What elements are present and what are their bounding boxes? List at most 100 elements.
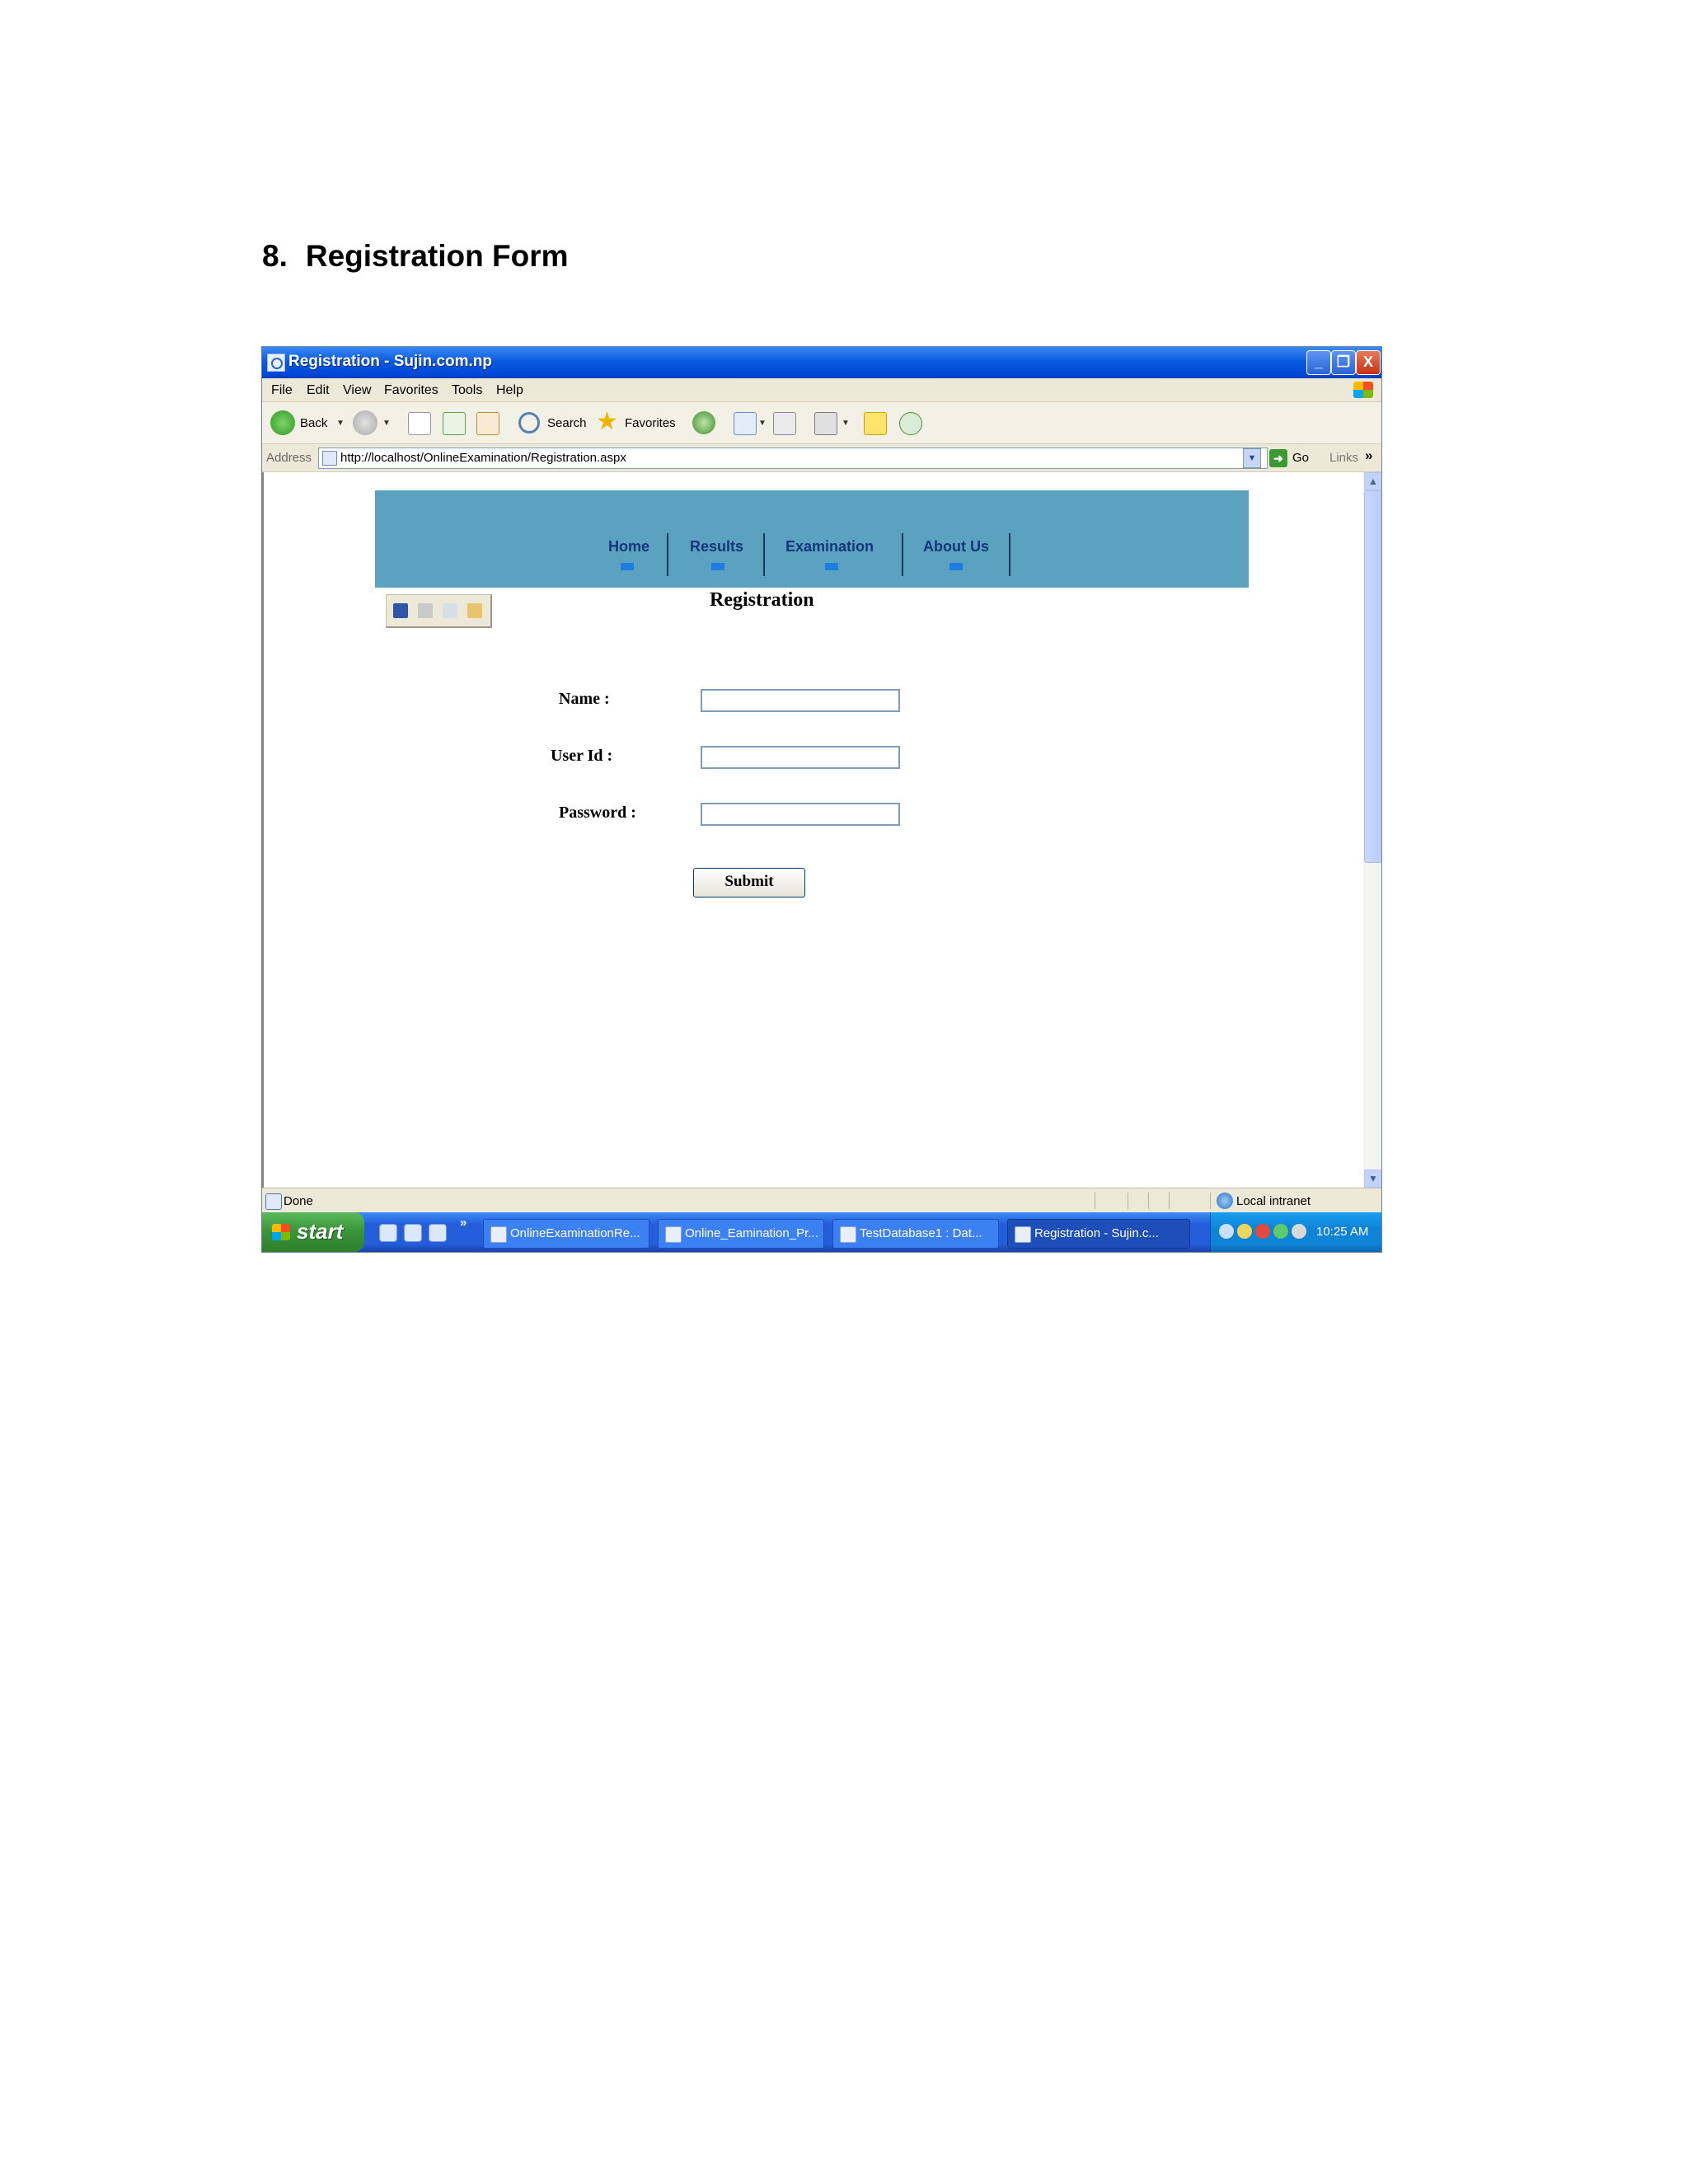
zone-text: Local intranet: [1236, 1194, 1311, 1208]
address-bar: Address http://localhost/OnlineExaminati…: [262, 444, 1381, 472]
document-heading: 8. Registration Form: [262, 239, 569, 274]
search-label[interactable]: Search: [547, 416, 587, 430]
image-toolbar: [386, 594, 492, 628]
task-word-2[interactable]: Online_Eamination_Pr...: [658, 1219, 824, 1249]
address-dropdown-icon[interactable]: ▼: [1243, 448, 1261, 468]
page-icon: [322, 451, 337, 466]
menu-favorites[interactable]: Favorites: [384, 383, 438, 398]
print-icon[interactable]: [773, 412, 796, 435]
menu-view[interactable]: View: [343, 383, 371, 398]
vertical-scrollbar[interactable]: ▲ ▼: [1363, 472, 1381, 1188]
mail-icon[interactable]: [734, 412, 757, 435]
quicklaunch-media-icon[interactable]: [404, 1224, 422, 1242]
status-divider: [1169, 1193, 1170, 1209]
address-url[interactable]: http://localhost/OnlineExamination/Regis…: [340, 451, 626, 465]
task-label: OnlineExaminationRe...: [510, 1226, 640, 1240]
menu-edit[interactable]: Edit: [307, 383, 330, 398]
mail-icon[interactable]: [443, 603, 457, 618]
start-label: start: [297, 1219, 344, 1244]
quicklaunch-desktop-icon[interactable]: [429, 1224, 447, 1242]
word-icon: [490, 1226, 507, 1243]
save-icon[interactable]: [393, 603, 408, 618]
favorites-star-icon[interactable]: ★: [596, 410, 618, 434]
home-icon[interactable]: [476, 412, 499, 435]
scroll-up-icon[interactable]: ▲: [1364, 472, 1381, 490]
status-divider: [1210, 1193, 1211, 1209]
history-icon[interactable]: [692, 411, 715, 434]
back-label[interactable]: Back: [300, 416, 327, 430]
tray-network-icon[interactable]: [1273, 1224, 1288, 1239]
nav-about-us[interactable]: About Us: [923, 538, 989, 555]
task-database[interactable]: TestDatabase1 : Dat...: [832, 1219, 999, 1249]
name-input[interactable]: [701, 689, 900, 712]
tray-security-icon[interactable]: [1292, 1224, 1306, 1239]
search-icon[interactable]: [518, 412, 540, 434]
back-arrow-icon[interactable]: [270, 410, 295, 435]
edit-dropdown-icon[interactable]: ▼: [842, 419, 850, 428]
tray-volume-icon[interactable]: [1237, 1224, 1252, 1239]
submit-button[interactable]: Submit: [693, 868, 805, 898]
scroll-down-icon[interactable]: ▼: [1364, 1169, 1381, 1188]
password-label: Password :: [559, 804, 636, 822]
form-title: Registration: [710, 589, 814, 611]
ie-icon: [1015, 1226, 1031, 1243]
messenger-icon[interactable]: [899, 412, 922, 435]
password-input[interactable]: [701, 803, 900, 826]
window-titlebar[interactable]: Registration - Sujin.com.np _ ❐ X: [262, 347, 1381, 378]
links-label[interactable]: Links: [1329, 451, 1358, 465]
task-label: Online_Eamination_Pr...: [685, 1226, 818, 1240]
site-header: Home Results Examination About Us: [375, 490, 1249, 588]
tray-back-icon[interactable]: [1219, 1224, 1234, 1239]
database-icon: [840, 1226, 856, 1243]
nav-examination-indicator: [825, 563, 838, 570]
address-label: Address: [266, 451, 312, 465]
discuss-icon[interactable]: [864, 412, 887, 435]
nav-examination[interactable]: Examination: [785, 538, 874, 555]
scroll-thumb[interactable]: [1364, 490, 1381, 863]
windows-taskbar: start » OnlineExaminationRe... Online_Ea…: [262, 1212, 1381, 1252]
nav-separator: [1009, 533, 1010, 576]
quicklaunch-more-icon[interactable]: »: [460, 1216, 467, 1230]
back-dropdown-icon[interactable]: ▼: [336, 419, 345, 428]
windows-flag-icon: [272, 1224, 290, 1240]
task-word-1[interactable]: OnlineExaminationRe...: [483, 1219, 649, 1249]
refresh-icon[interactable]: [443, 412, 466, 435]
mail-dropdown-icon[interactable]: ▼: [758, 419, 767, 428]
menu-file[interactable]: File: [271, 383, 293, 398]
quicklaunch-ie-icon[interactable]: [379, 1224, 397, 1242]
forward-dropdown-icon[interactable]: ▼: [382, 419, 391, 428]
edit-icon[interactable]: [814, 412, 837, 435]
heading-number: 8.: [262, 239, 288, 273]
links-more-icon[interactable]: »: [1365, 448, 1372, 464]
window-title: Registration - Sujin.com.np: [288, 353, 493, 370]
tray-antivirus-icon[interactable]: [1255, 1224, 1270, 1239]
print-icon[interactable]: [418, 603, 433, 618]
userid-input[interactable]: [701, 746, 900, 769]
name-label: Name :: [559, 690, 610, 708]
maximize-button[interactable]: ❐: [1331, 350, 1356, 375]
minimize-button[interactable]: _: [1306, 350, 1331, 375]
go-arrow-icon[interactable]: ➜: [1269, 449, 1287, 467]
nav-separator: [667, 533, 668, 576]
folder-icon[interactable]: [467, 603, 482, 618]
close-button[interactable]: X: [1356, 350, 1381, 375]
nav-home[interactable]: Home: [608, 538, 649, 555]
status-text: Done: [284, 1194, 313, 1208]
menu-tools[interactable]: Tools: [452, 383, 482, 398]
address-input[interactable]: http://localhost/OnlineExamination/Regis…: [318, 448, 1268, 469]
stop-icon[interactable]: [408, 412, 431, 435]
start-button[interactable]: start: [262, 1212, 364, 1252]
task-registration[interactable]: Registration - Sujin.c...: [1007, 1219, 1190, 1249]
nav-results[interactable]: Results: [690, 538, 743, 555]
userid-label: User Id :: [551, 747, 613, 765]
forward-arrow-icon[interactable]: [353, 410, 377, 435]
heading-text: Registration Form: [305, 239, 569, 273]
windows-logo-icon: [1353, 382, 1373, 398]
nav-about-indicator: [950, 563, 963, 570]
nav-home-indicator: [621, 563, 634, 570]
menu-help[interactable]: Help: [496, 383, 523, 398]
favorites-label[interactable]: Favorites: [625, 416, 676, 430]
task-label: TestDatabase1 : Dat...: [860, 1226, 982, 1240]
clock: 10:25 AM: [1316, 1225, 1369, 1239]
go-label[interactable]: Go: [1292, 451, 1309, 465]
